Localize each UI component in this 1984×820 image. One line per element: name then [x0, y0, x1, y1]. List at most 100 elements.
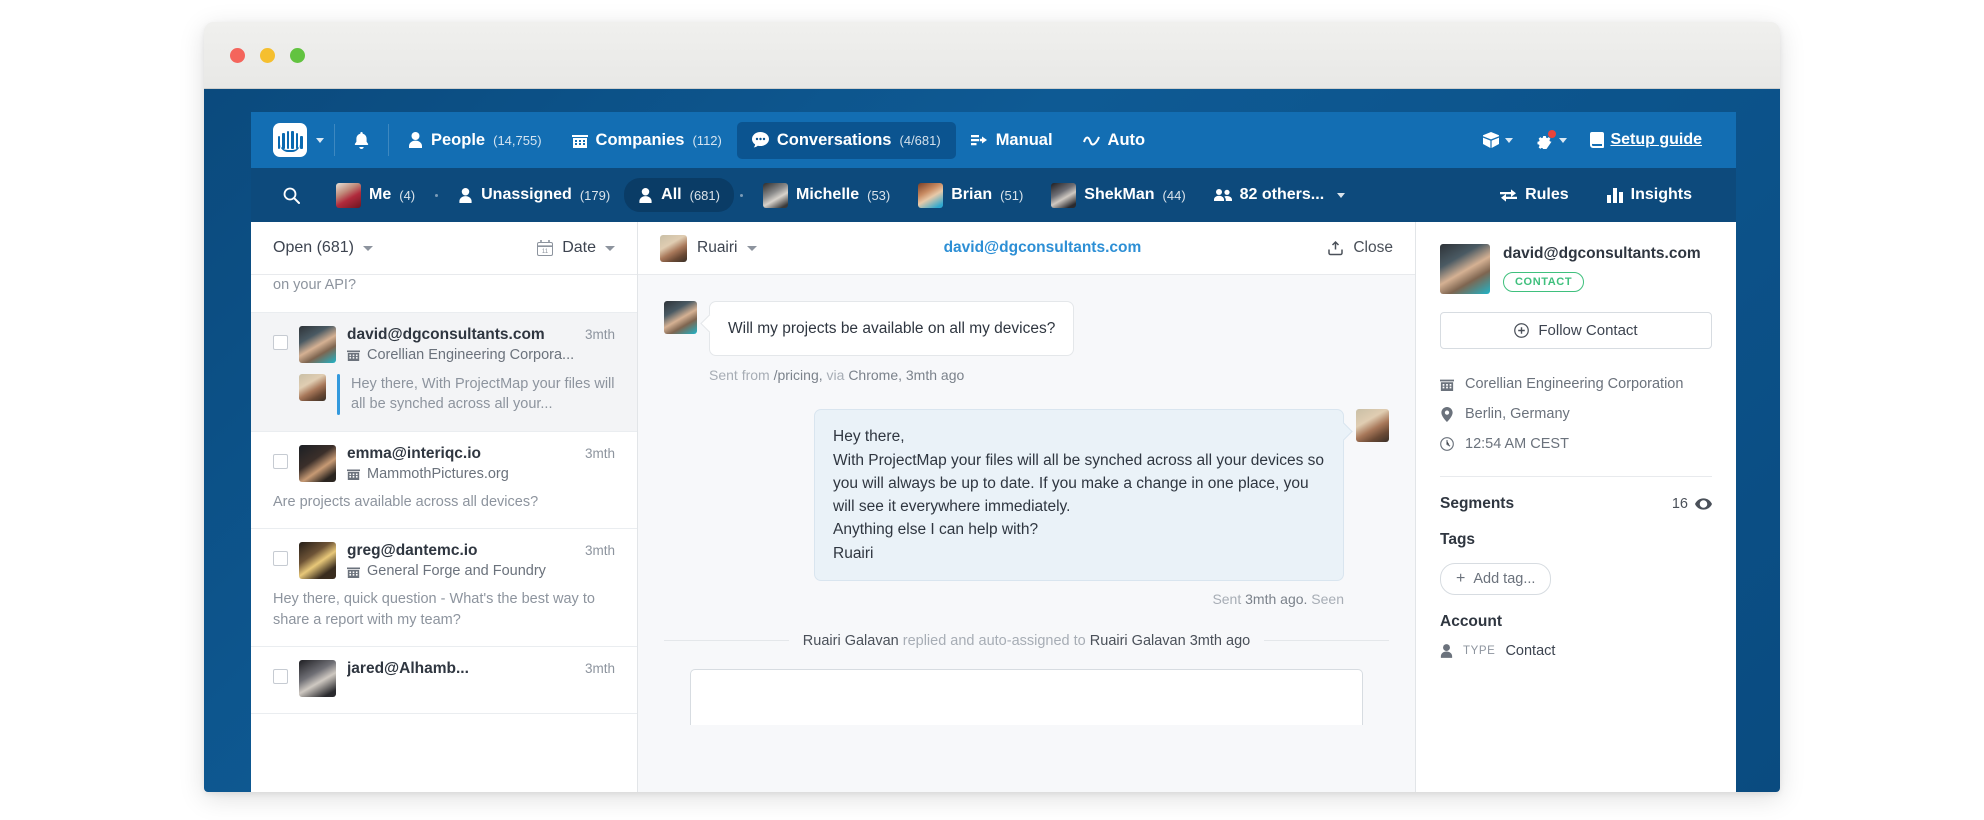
filter-label-others: 82 others...: [1240, 186, 1324, 204]
conversation-list-header: Open (681) 11 Date: [251, 222, 637, 275]
filter-item-others[interactable]: 82 others...: [1200, 178, 1359, 212]
nav-count-people: (14,755): [493, 133, 541, 148]
chat-bubble-icon: [752, 132, 769, 148]
conversation-time: 3mth: [585, 446, 615, 461]
nav-item-people[interactable]: People (14,755): [393, 122, 557, 159]
state-filter-label: Open (681): [273, 239, 354, 257]
follow-contact-label: Follow Contact: [1538, 322, 1637, 339]
person-icon: [1440, 644, 1453, 658]
settings-button[interactable]: [1528, 126, 1575, 155]
setup-guide-link[interactable]: Setup guide: [1582, 125, 1710, 155]
segments-title: Segments: [1440, 495, 1514, 513]
nav-item-auto[interactable]: Auto: [1068, 122, 1161, 159]
account-type-label: TYPE: [1463, 645, 1495, 657]
chevron-down-icon: [1559, 138, 1567, 143]
conversation-list-scroll[interactable]: on your API? david@dgconsultants.com 3mt…: [251, 275, 637, 792]
filter-item-brian[interactable]: Brian (51): [904, 175, 1037, 216]
building-icon: [1440, 377, 1454, 391]
list-item[interactable]: david@dgconsultants.com 3mth Corellian E…: [251, 313, 637, 432]
browser-window: People (14,755) Companies (112) Conversa…: [204, 22, 1780, 792]
event-time: 3mth ago: [1190, 633, 1250, 649]
message-meta: Sent 3mth ago. Seen: [664, 591, 1344, 607]
window-close-button[interactable]: [230, 48, 245, 63]
nav-item-companies[interactable]: Companies (112): [557, 122, 737, 159]
segments-count-group[interactable]: 16: [1672, 496, 1712, 512]
list-item[interactable]: on your API?: [251, 275, 637, 313]
add-tag-button[interactable]: + Add tag...: [1440, 563, 1551, 595]
rules-arrows-icon: [1500, 188, 1517, 203]
list-item-checkbox[interactable]: [273, 454, 288, 469]
chevron-down-icon: [363, 246, 373, 251]
filter-count-me: (4): [399, 188, 415, 203]
setup-guide-label: Setup guide: [1610, 131, 1702, 149]
avatar: [299, 660, 336, 697]
main-content-area: Open (681) 11 Date: [251, 222, 1736, 792]
top-nav-right-group: Setup guide: [1475, 125, 1736, 155]
meta-prefix: Sent: [1212, 591, 1241, 607]
rules-label: Rules: [1525, 186, 1569, 204]
avatar: [1356, 409, 1389, 442]
sort-dropdown[interactable]: 11 Date: [537, 239, 615, 257]
conversation-contact-name: greg@dantemc.io: [347, 542, 478, 560]
nav-count-companies: (112): [692, 133, 721, 148]
nav-item-manual[interactable]: Manual: [956, 122, 1068, 159]
filter-label-brian: Brian: [951, 186, 992, 204]
follow-contact-button[interactable]: Follow Contact: [1440, 312, 1712, 349]
contact-email: david@dgconsultants.com: [1503, 244, 1701, 263]
nav-item-conversations[interactable]: Conversations (4/681): [737, 122, 956, 159]
chevron-down-icon: [747, 246, 757, 251]
window-zoom-button[interactable]: [290, 48, 305, 63]
segments-count: 16: [1672, 496, 1688, 512]
assignee-name: Ruairi: [697, 239, 737, 257]
reply-accent-bar: [337, 374, 340, 415]
meta-time: 3mth ago.: [1245, 591, 1307, 607]
filter-count-unassigned: (179): [580, 188, 610, 203]
settings-alert-dot: [1548, 130, 1556, 138]
thread-messages: Will my projects be available on all my …: [638, 275, 1415, 792]
notifications-button[interactable]: [339, 123, 384, 158]
filter-item-shekman[interactable]: ShekMan (44): [1037, 175, 1199, 216]
filter-item-michelle[interactable]: Michelle (53): [749, 175, 904, 216]
conversation-snippet: Are projects available across all device…: [273, 492, 615, 513]
box-icon: [1483, 132, 1499, 148]
app-canvas: People (14,755) Companies (112) Conversa…: [204, 89, 1780, 792]
product-switcher-button[interactable]: [1475, 126, 1521, 154]
conversation-company: Corellian Engineering Corpora...: [367, 347, 574, 363]
window-minimize-button[interactable]: [260, 48, 275, 63]
list-item-checkbox[interactable]: [273, 335, 288, 350]
list-item[interactable]: greg@dantemc.io 3mth General Forge and F…: [251, 529, 637, 647]
chevron-down-icon: [605, 246, 615, 251]
reply-composer[interactable]: [690, 669, 1363, 725]
filter-item-me[interactable]: Me (4): [322, 175, 429, 216]
meta-source: /pricing,: [774, 367, 823, 383]
state-filter-dropdown[interactable]: Open (681): [273, 239, 373, 257]
conversation-contact-name: emma@interiqc.io: [347, 445, 481, 463]
account-type-value: Contact: [1505, 643, 1555, 659]
thread-title[interactable]: david@dgconsultants.com: [769, 239, 1315, 257]
app-logo-menu[interactable]: [251, 123, 330, 157]
filter-count-all: (681): [690, 188, 720, 203]
search-button[interactable]: [251, 187, 322, 204]
auto-wave-icon: [1083, 134, 1100, 146]
message-bubble: Hey there, With ProjectMap your files wi…: [814, 409, 1344, 581]
list-item-checkbox[interactable]: [273, 551, 288, 566]
conversation-list-panel: Open (681) 11 Date: [251, 222, 638, 792]
list-item-checkbox[interactable]: [273, 669, 288, 684]
assignee-dropdown[interactable]: Ruairi: [660, 235, 757, 262]
account-section-header: Account: [1440, 613, 1712, 631]
plus-circle-icon: [1514, 323, 1529, 338]
nav-label-people: People: [431, 131, 485, 150]
list-item[interactable]: jared@Alhamb...3mth: [251, 647, 637, 714]
book-icon: [1590, 132, 1604, 148]
rules-button[interactable]: Rules: [1486, 178, 1583, 212]
meta-via: via: [827, 367, 845, 383]
filter-item-all[interactable]: All (681): [624, 178, 734, 212]
add-tag-label: Add tag...: [1473, 571, 1535, 587]
list-item[interactable]: emma@interiqc.io 3mth MammothPictures.or…: [251, 432, 637, 530]
close-conversation-button[interactable]: Close: [1327, 239, 1393, 257]
conversation-snippet: Hey there, quick question - What's the b…: [273, 589, 615, 630]
chevron-down-icon: [1505, 138, 1513, 143]
conversation-company: General Forge and Foundry: [367, 563, 546, 579]
insights-button[interactable]: Insights: [1593, 178, 1706, 212]
filter-item-unassigned[interactable]: Unassigned (179): [444, 178, 624, 212]
